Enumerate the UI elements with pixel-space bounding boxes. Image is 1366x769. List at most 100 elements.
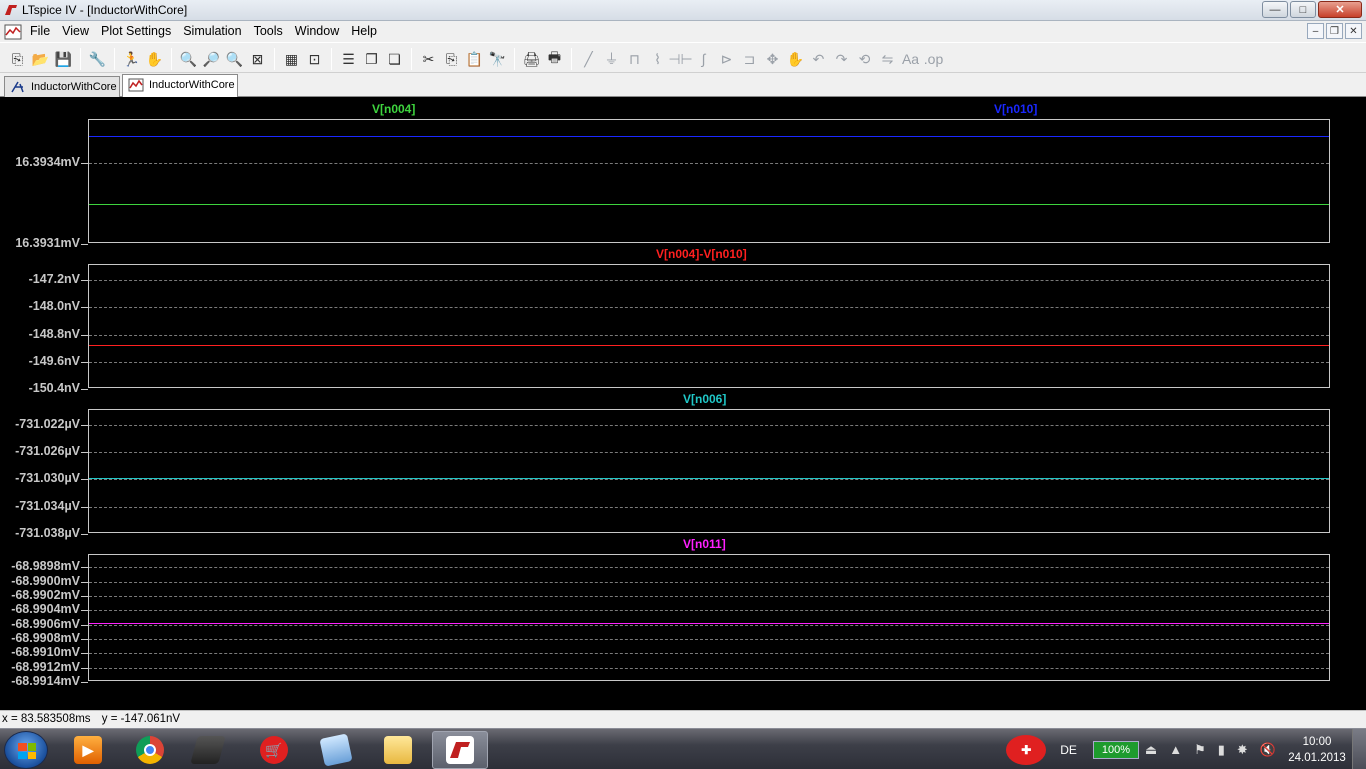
zoom-in-icon[interactable]: 🔍 — [177, 48, 200, 71]
toolbar-separator — [171, 48, 172, 70]
taskbar-explorer[interactable] — [370, 731, 426, 769]
trace-label[interactable]: V[n004] — [372, 102, 415, 116]
print-preview-icon[interactable]: 🖨 — [520, 48, 543, 71]
taskbar-shop[interactable]: 🛒 — [246, 731, 302, 769]
plot-pane[interactable] — [88, 264, 1330, 388]
waveform-viewer[interactable]: V[n004] V[n010] 16.3934mV 16.3931mV V[n004]-… — [2, 100, 1362, 706]
trace-line[interactable] — [89, 136, 1329, 138]
copy-icon[interactable]: ⎘ — [440, 48, 463, 71]
menu-tools[interactable]: Tools — [248, 21, 289, 42]
cut-icon[interactable]: ✂ — [417, 48, 440, 71]
halt-icon[interactable]: ✋ — [143, 48, 166, 71]
taskbar-chrome[interactable] — [122, 731, 178, 769]
menu-simulation[interactable]: Simulation — [177, 21, 247, 42]
taskbar-scanner[interactable] — [180, 731, 236, 769]
menu-plot-settings[interactable]: Plot Settings — [95, 21, 177, 42]
menu-file[interactable]: File — [24, 21, 56, 42]
taskbar-notes[interactable] — [308, 731, 364, 769]
run-icon[interactable]: 🏃 — [120, 48, 143, 71]
mirror-icon[interactable]: ⇋ — [876, 48, 899, 71]
doc-close-button[interactable]: ✕ — [1345, 23, 1362, 39]
spice-directive-icon[interactable]: .op — [922, 48, 945, 71]
cascade-icon[interactable]: ❐ — [360, 48, 383, 71]
y-axis-tick-mark — [81, 682, 88, 683]
control-panel-icon[interactable]: 🔧 — [86, 48, 109, 71]
system-clock[interactable]: 10:00 24.01.2013 — [1282, 734, 1352, 766]
y-axis-tick-mark — [81, 581, 88, 583]
media-player-icon: ▶ — [74, 736, 102, 764]
tab-schematic[interactable]: InductorWithCore — [4, 76, 120, 97]
device-icon[interactable]: ▮ — [1218, 742, 1225, 758]
trace-line[interactable] — [89, 203, 1329, 205]
redo-icon[interactable]: ↷ — [830, 48, 853, 71]
doc-restore-button[interactable]: ❐ — [1326, 23, 1343, 39]
start-button[interactable] — [4, 731, 48, 769]
y-axis-tick: -68.9904mV — [2, 602, 88, 616]
antivirus-icon[interactable]: ✚ — [1006, 734, 1047, 765]
menu-help[interactable]: Help — [345, 21, 383, 42]
save-icon[interactable]: 💾 — [52, 48, 75, 71]
plot-pane[interactable] — [88, 409, 1330, 533]
label-net-icon[interactable]: ⊓ — [623, 48, 646, 71]
undo-icon[interactable]: ↶ — [807, 48, 830, 71]
trace-line[interactable] — [89, 478, 1329, 480]
show-desktop-button[interactable] — [1352, 729, 1366, 769]
paste-icon[interactable]: 📋 — [463, 48, 486, 71]
plot-pane[interactable] — [88, 119, 1330, 243]
language-indicator[interactable]: DE — [1060, 743, 1077, 757]
y-axis-tick-label: -148.0nV — [28, 299, 80, 314]
y-axis-tick-label: -147.2nV — [28, 272, 80, 287]
trace-label[interactable]: V[n006] — [683, 392, 726, 406]
y-axis-tick: -731.022µV — [2, 417, 88, 431]
menu-window[interactable]: Window — [289, 21, 345, 42]
battery-indicator[interactable]: 100% — [1092, 740, 1139, 759]
wire-icon[interactable]: ╱ — [577, 48, 600, 71]
zoom-out-icon[interactable]: 🔍 — [223, 48, 246, 71]
power-plug-icon[interactable]: ⏏ — [1145, 742, 1157, 758]
maximize-button[interactable]: □ — [1290, 1, 1316, 18]
rotate-icon[interactable]: ⟲ — [853, 48, 876, 71]
toolbar-separator — [411, 48, 412, 70]
network-icon[interactable]: ✸ — [1237, 742, 1248, 758]
plot-pane[interactable] — [88, 554, 1330, 681]
waveform-doc-icon[interactable] — [2, 23, 24, 41]
trace-line[interactable] — [89, 623, 1329, 625]
doc-minimize-button[interactable]: – — [1307, 23, 1324, 39]
new-schematic-icon[interactable]: ⎘ — [6, 48, 29, 71]
minimize-button[interactable]: — — [1262, 1, 1288, 18]
tab-waveform[interactable]: InductorWithCore — [122, 74, 238, 97]
show-hidden-icons-icon[interactable]: ▲ — [1169, 742, 1182, 757]
autorange-icon[interactable]: ▦ — [280, 48, 303, 71]
trace-label[interactable]: V[n011] — [683, 537, 726, 551]
taskbar-ltspice[interactable] — [432, 731, 488, 769]
resistor-icon[interactable]: ⌇ — [646, 48, 669, 71]
close-button[interactable]: ✕ — [1318, 1, 1362, 18]
drag-icon[interactable]: ✋ — [784, 48, 807, 71]
taskbar-media-player[interactable]: ▶ — [60, 731, 116, 769]
find-icon[interactable]: 🔭 — [486, 48, 509, 71]
component-icon[interactable]: ⊐ — [738, 48, 761, 71]
zoom-fit-icon[interactable]: ⊠ — [246, 48, 269, 71]
zoom-pan-icon[interactable]: 🔎 — [200, 48, 223, 71]
volume-muted-icon[interactable]: 🔇 — [1260, 742, 1276, 758]
inductor-icon[interactable]: ∫ — [692, 48, 715, 71]
menu-view[interactable]: View — [56, 21, 95, 42]
tile-horizontal-icon[interactable]: ☰ — [337, 48, 360, 71]
trace-label[interactable]: V[n010] — [994, 102, 1037, 116]
ground-icon[interactable]: ⏚ — [600, 48, 623, 71]
trace-line[interactable] — [89, 344, 1329, 346]
diode-icon[interactable]: ⊳ — [715, 48, 738, 71]
y-axis-tick: 16.3931mV — [2, 236, 88, 250]
close-all-icon[interactable]: ❏ — [383, 48, 406, 71]
trace-label[interactable]: V[n004]-V[n010] — [656, 247, 747, 261]
move-icon[interactable]: ✥ — [761, 48, 784, 71]
y-axis-tick: -149.6nV — [2, 354, 88, 368]
print-icon[interactable]: 🖶 — [543, 48, 566, 71]
gridline — [89, 595, 1329, 597]
capacitor-icon[interactable]: ⊣⊢ — [668, 48, 692, 71]
open-icon[interactable]: 📂 — [29, 48, 52, 71]
action-center-icon[interactable]: ⚑ — [1194, 742, 1206, 758]
text-icon[interactable]: Aa — [899, 48, 922, 71]
waveform-icon — [128, 78, 144, 92]
mark-unsel-icon[interactable]: ⊡ — [303, 48, 326, 71]
